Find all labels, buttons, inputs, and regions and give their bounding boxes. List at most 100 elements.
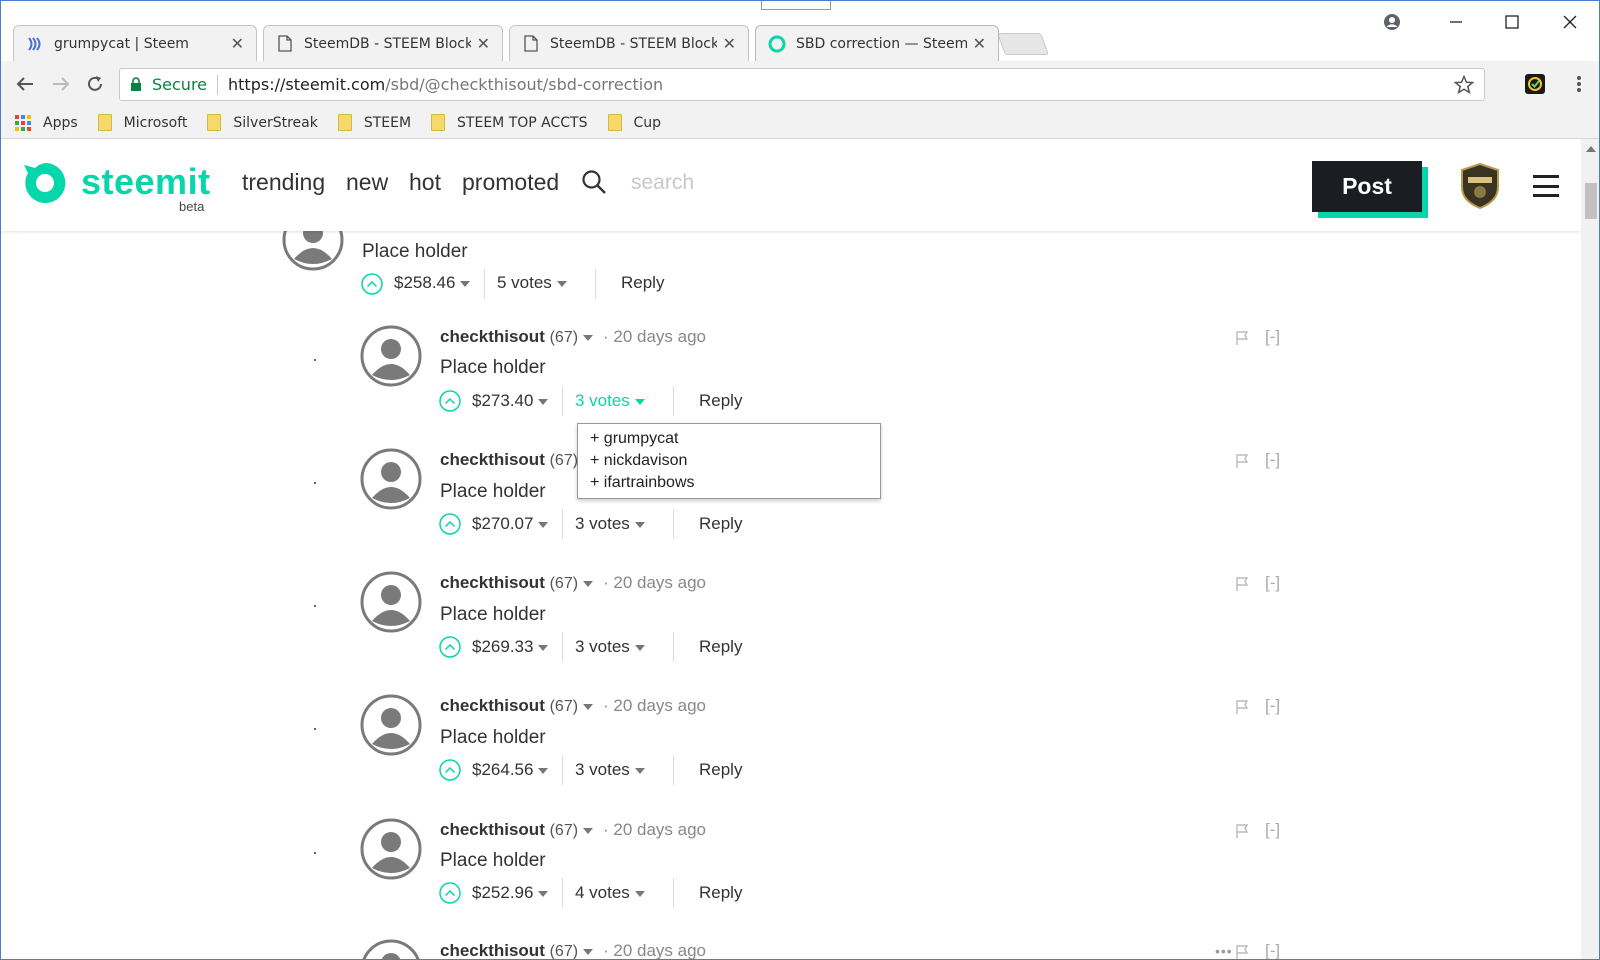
comment-avatar[interactable] (360, 448, 422, 510)
upvote-icon[interactable] (439, 636, 461, 658)
comment-date[interactable]: · 20 days ago (603, 941, 706, 959)
bookmark-microsoft[interactable]: Microsoft (97, 114, 187, 131)
more-icon[interactable]: ••• (1215, 943, 1233, 959)
tab-steemdb-1[interactable]: SteemDB - STEEM Blockc ✕ (263, 25, 503, 61)
nav-new[interactable]: new (346, 169, 388, 196)
flag-icon[interactable] (1235, 699, 1251, 715)
payout-value[interactable]: $252.96 (472, 883, 549, 903)
steemit-logo-icon[interactable] (21, 159, 69, 207)
hamburger-menu-icon[interactable] (1533, 175, 1559, 197)
upvote-icon[interactable] (439, 390, 461, 412)
profile-icon[interactable] (1369, 7, 1415, 37)
collapse-toggle[interactable]: [-] (1265, 573, 1280, 593)
upvote-icon[interactable] (439, 759, 461, 781)
search-input[interactable] (631, 167, 831, 199)
reply-link[interactable]: Reply (699, 637, 742, 657)
comment-date[interactable]: · 20 days ago (603, 696, 706, 716)
close-tab-icon[interactable]: ✕ (477, 34, 490, 54)
nav-trending[interactable]: trending (242, 169, 325, 196)
comment-author[interactable]: checkthisout (67) (440, 696, 594, 716)
bookmark-silverstreak[interactable]: SilverStreak (207, 114, 318, 131)
reply-link[interactable]: Reply (621, 273, 664, 293)
comment-avatar[interactable] (360, 939, 422, 959)
collapse-toggle[interactable]: [-] (1265, 696, 1280, 716)
reload-icon[interactable] (81, 70, 109, 98)
window-drag-handle (761, 1, 831, 10)
comment-avatar[interactable] (360, 818, 422, 880)
voter-item[interactable]: + grumpycat (590, 428, 868, 450)
payout-value[interactable]: $264.56 (472, 760, 549, 780)
upvote-icon[interactable] (439, 513, 461, 535)
comment-date[interactable]: · 20 days ago (603, 573, 706, 593)
voter-item[interactable]: + ifartrainbows (590, 472, 868, 494)
search-icon[interactable] (581, 169, 607, 195)
tab-steemdb-2[interactable]: SteemDB - STEEM Blockc ✕ (509, 25, 749, 61)
tab-grumpycat[interactable]: grumpycat | Steem ✕ (13, 25, 257, 61)
nav-hot[interactable]: hot (409, 169, 441, 196)
bookmark-steem-top-accts[interactable]: STEEM TOP ACCTS (431, 114, 588, 131)
comment-author[interactable]: checkthisout (67) (440, 573, 594, 593)
vote-count[interactable]: 3 votes (575, 760, 645, 780)
collapse-toggle[interactable]: [-] (1265, 450, 1280, 470)
comment-date[interactable]: · 20 days ago (603, 327, 706, 347)
tab-sbd-correction[interactable]: SBD correction — Steem ✕ (755, 25, 999, 61)
close-window-icon[interactable] (1547, 7, 1593, 37)
back-icon[interactable] (11, 70, 39, 98)
flag-icon[interactable] (1235, 453, 1251, 469)
flag-icon[interactable] (1235, 576, 1251, 592)
address-bar[interactable]: Secure https://steemit.com/sbd/@checkthi… (119, 68, 1485, 101)
maximize-icon[interactable] (1489, 7, 1535, 37)
collapse-toggle[interactable]: [-] (1265, 941, 1280, 959)
nav-promoted[interactable]: promoted (462, 169, 559, 196)
vote-count[interactable]: 4 votes (575, 883, 645, 903)
bookmark-steem[interactable]: STEEM (337, 114, 411, 131)
user-avatar[interactable] (1460, 162, 1500, 210)
secure-indicator[interactable]: Secure (120, 75, 207, 94)
close-tab-icon[interactable]: ✕ (231, 34, 244, 54)
comment-date[interactable]: · 20 days ago (603, 820, 706, 840)
payout-value[interactable]: $273.40 (472, 391, 549, 411)
reply-link[interactable]: Reply (699, 514, 742, 534)
comment-author[interactable]: checkthisout (67) (440, 327, 594, 347)
new-tab-button[interactable] (996, 33, 1050, 55)
reply-link[interactable]: Reply (699, 391, 742, 411)
bookmark-apps[interactable]: Apps (15, 114, 78, 131)
flag-icon[interactable] (1235, 944, 1251, 959)
extension-icon[interactable] (1525, 74, 1545, 94)
vote-count[interactable]: 3 votes (575, 514, 645, 534)
reply-link[interactable]: Reply (699, 760, 742, 780)
comment-avatar[interactable] (360, 571, 422, 633)
comment-avatar[interactable] (360, 325, 422, 387)
page-scrollbar[interactable] (1581, 139, 1599, 959)
vote-count[interactable]: 3 votes (575, 637, 645, 657)
scrollbar-thumb[interactable] (1585, 183, 1597, 219)
bookmark-star-icon[interactable] (1453, 74, 1475, 99)
browser-menu-icon[interactable] (1569, 74, 1589, 94)
bookmark-cup[interactable]: Cup (607, 114, 661, 131)
comment-author[interactable]: checkthisout (67) (440, 450, 578, 470)
flag-icon[interactable] (1235, 823, 1251, 839)
upvote-icon[interactable] (439, 882, 461, 904)
reply-link[interactable]: Reply (699, 883, 742, 903)
comment-body: Place holder (362, 241, 468, 262)
collapse-toggle[interactable]: [-] (1265, 820, 1280, 840)
payout-value[interactable]: $269.33 (472, 637, 549, 657)
flag-icon[interactable] (1235, 330, 1251, 346)
vote-count-active[interactable]: 3 votes (575, 391, 645, 411)
scroll-up-arrow-icon[interactable] (1586, 146, 1596, 152)
forward-icon[interactable] (47, 70, 75, 98)
voter-item[interactable]: + nickdavison (590, 450, 868, 472)
collapse-toggle[interactable]: [-] (1265, 327, 1280, 347)
minimize-icon[interactable] (1433, 7, 1479, 37)
close-tab-icon[interactable]: ✕ (723, 34, 736, 54)
logo-wordmark[interactable]: steemit (81, 161, 211, 203)
comment-avatar[interactable] (360, 694, 422, 756)
comment-author[interactable]: checkthisout (67) (440, 820, 594, 840)
payout-value[interactable]: $270.07 (472, 514, 549, 534)
vote-count[interactable]: 5 votes (497, 273, 567, 293)
comment-author[interactable]: checkthisout (67) (440, 941, 594, 959)
payout-value[interactable]: $258.46 (394, 273, 471, 293)
close-tab-icon[interactable]: ✕ (973, 34, 986, 54)
post-button[interactable]: Post (1312, 161, 1422, 212)
upvote-icon[interactable] (361, 273, 383, 295)
